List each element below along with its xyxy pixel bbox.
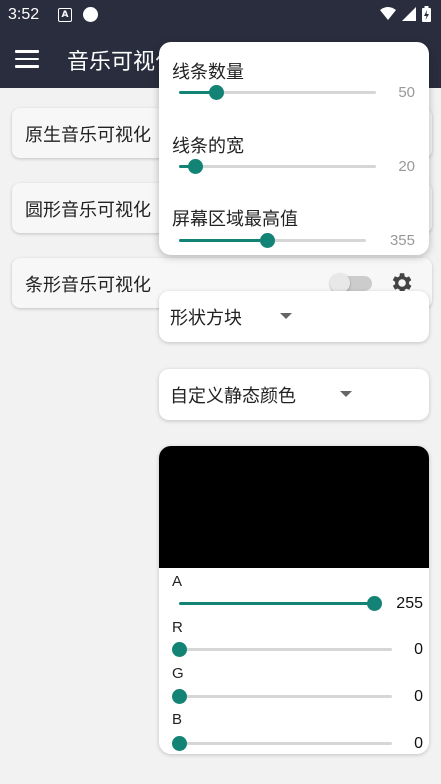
max-height-slider[interactable] bbox=[179, 233, 366, 248]
max-height-value: 355 bbox=[389, 232, 415, 249]
bar-visualizer-toggle[interactable] bbox=[330, 273, 372, 293]
blue-label: B bbox=[172, 711, 183, 728]
menu-icon[interactable] bbox=[15, 50, 39, 68]
line-count-slider[interactable] bbox=[179, 85, 376, 100]
line-count-value: 50 bbox=[398, 84, 415, 101]
red-slider[interactable] bbox=[172, 642, 392, 657]
blue-slider[interactable] bbox=[172, 736, 392, 751]
green-slider[interactable] bbox=[172, 689, 392, 704]
color-mode-dropdown[interactable]: 自定义静态颜色 bbox=[159, 369, 429, 420]
chevron-down-icon bbox=[340, 391, 352, 397]
signal-icon bbox=[402, 7, 416, 21]
list-item-label: 原生音乐可视化 bbox=[25, 125, 151, 146]
chevron-down-icon bbox=[280, 313, 292, 319]
line-count-label: 线条数量 bbox=[172, 62, 244, 83]
status-bar: 3:52 A bbox=[0, 0, 441, 30]
shape-dropdown-value: 形状方块 bbox=[170, 308, 242, 329]
line-width-value: 20 bbox=[398, 158, 415, 175]
blue-value: 0 bbox=[414, 735, 423, 752]
app-notification-icon: A bbox=[58, 8, 72, 22]
color-mode-dropdown-value: 自定义静态颜色 bbox=[170, 386, 296, 407]
line-width-label: 线条的宽 bbox=[172, 136, 244, 157]
status-icons bbox=[380, 6, 431, 22]
alpha-label: A bbox=[172, 573, 183, 590]
red-value: 0 bbox=[414, 641, 423, 658]
bar-settings-popup: 线条数量 50 线条的宽 20 屏幕区域最高值 355 bbox=[159, 42, 429, 255]
green-label: G bbox=[172, 665, 184, 682]
max-height-label: 屏幕区域最高值 bbox=[172, 209, 298, 230]
list-item-label: 圆形音乐可视化 bbox=[25, 200, 151, 221]
wifi-icon bbox=[380, 7, 396, 20]
red-label: R bbox=[172, 619, 183, 636]
line-width-slider[interactable] bbox=[179, 159, 376, 174]
color-preview bbox=[159, 446, 429, 568]
color-picker: A 255 R 0 G 0 B 0 bbox=[159, 446, 429, 754]
record-icon bbox=[83, 7, 98, 22]
alpha-value: 255 bbox=[396, 595, 423, 612]
shape-dropdown[interactable]: 形状方块 bbox=[159, 291, 429, 342]
alpha-slider[interactable] bbox=[179, 596, 382, 611]
list-item-label: 条形音乐可视化 bbox=[25, 275, 151, 296]
battery-icon bbox=[422, 6, 431, 22]
status-time: 3:52 bbox=[8, 6, 40, 23]
green-value: 0 bbox=[414, 688, 423, 705]
